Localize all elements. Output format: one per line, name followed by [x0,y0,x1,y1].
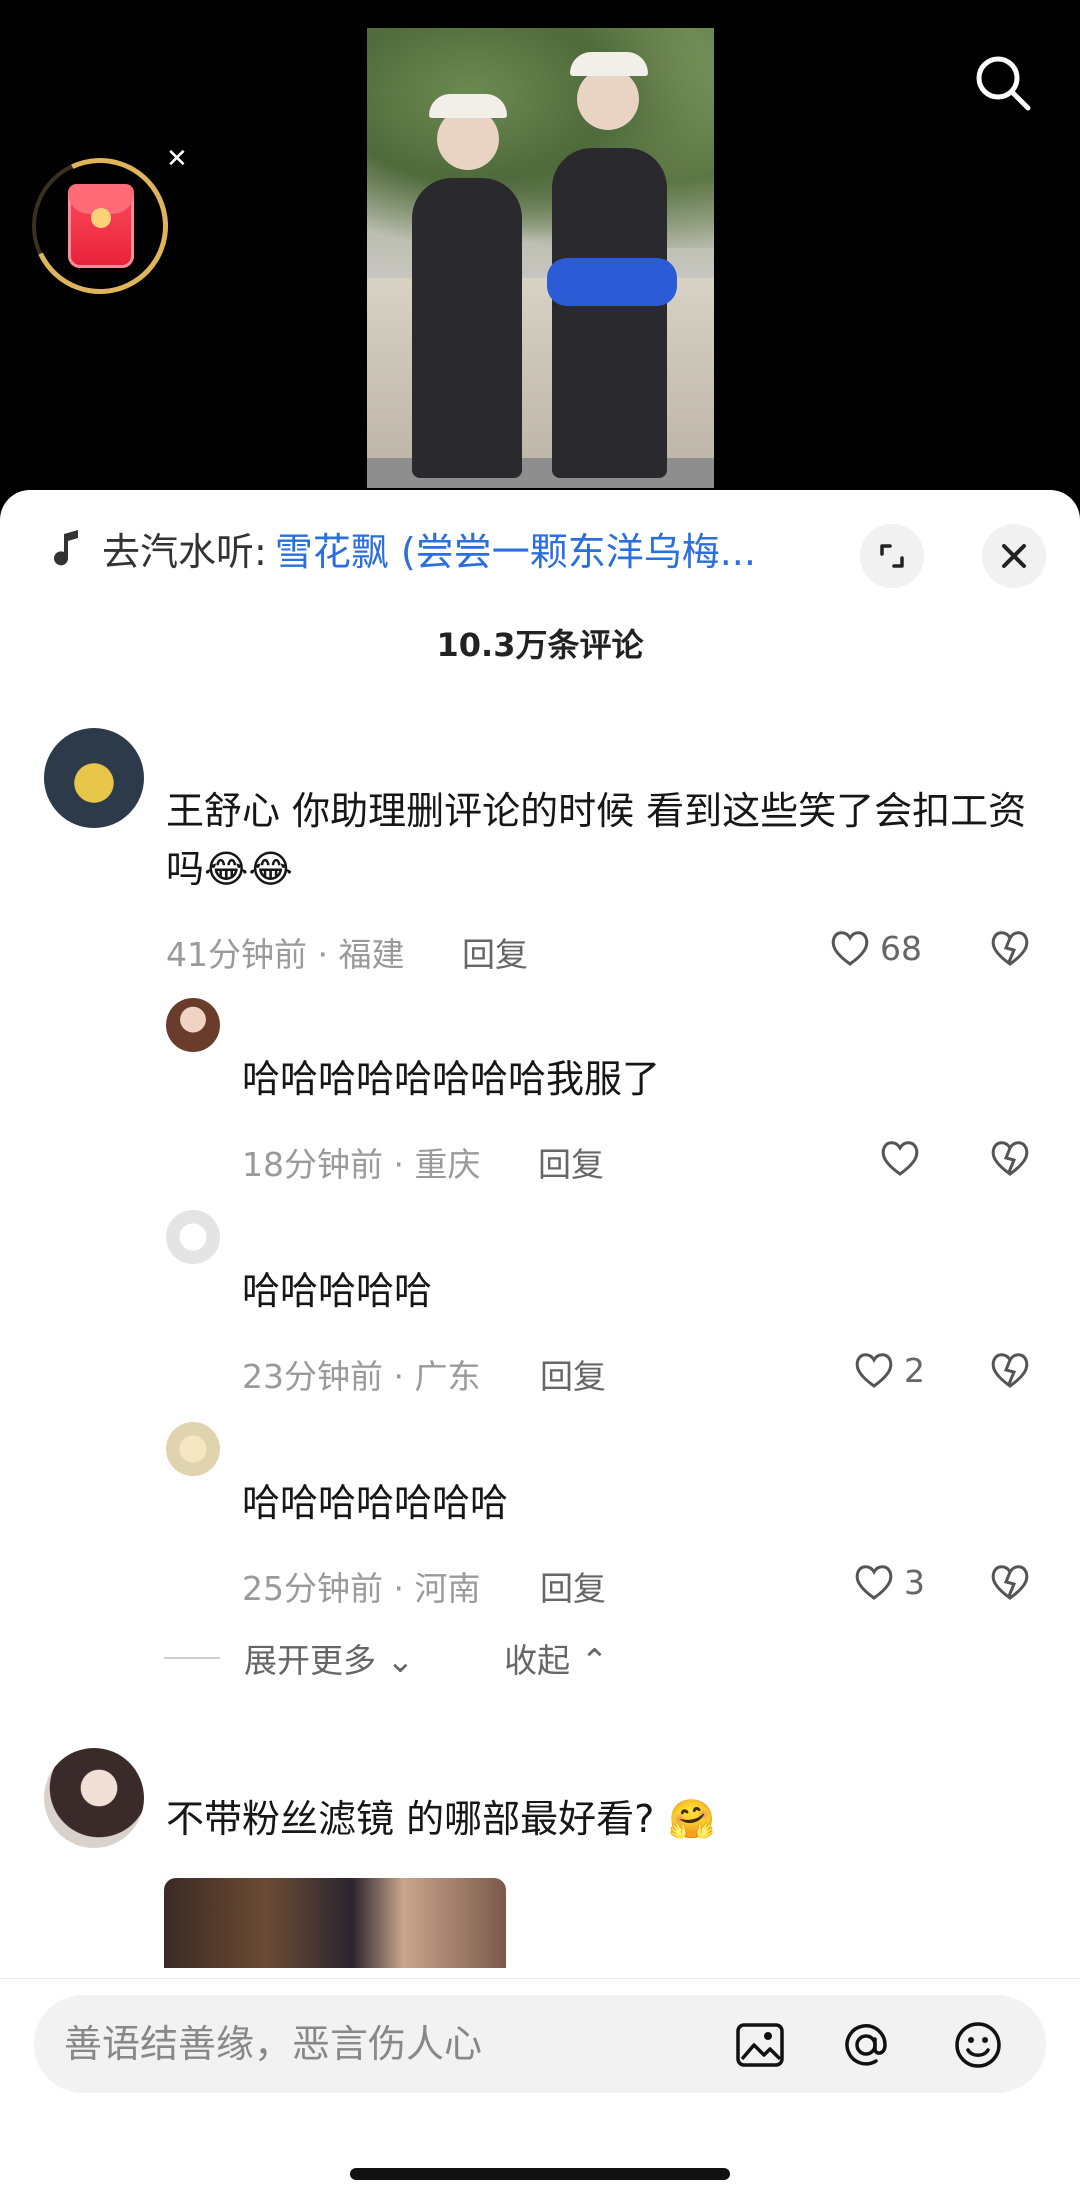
chevron-down-icon: ⌄ [376,1641,415,1680]
like-button[interactable]: 2 [852,1348,925,1392]
video-blue-cloth [547,258,677,306]
avatar[interactable] [166,998,220,1052]
laugh-emoji-icon: 😂😂 [204,847,293,891]
dislike-icon[interactable] [988,1136,1032,1180]
heart-icon [881,1141,919,1176]
expand-icon [880,544,904,568]
like-count: 2 [904,1350,925,1390]
image-icon[interactable] [734,2019,786,2071]
comment-text-body: 不带粉丝滤镜 的哪部最好看? [166,1797,655,1841]
reply-text: 哈哈哈哈哈哈哈哈我服了 [242,1057,661,1101]
divider [164,1657,220,1659]
dislike-icon[interactable] [988,1348,1032,1392]
heart-icon [831,931,869,966]
music-link[interactable]: 去汽水听: 雪花飘 (尝尝一颗东洋乌梅... [48,518,828,578]
reply-time-location: 25分钟前 · 河南 [242,1569,481,1608]
comment-text-body: 王舒心 你助理删评论的时候 看到这些笑了会扣工资吗 [166,789,1027,891]
search-icon[interactable] [972,52,1034,114]
video-person-left [412,178,522,478]
like-count: 68 [880,928,922,968]
emoji-icon[interactable] [952,2019,1004,2071]
heart-icon [855,1353,893,1388]
video-thumbnail[interactable] [367,28,714,488]
chevron-up-icon: ⌃ [570,1641,609,1680]
music-note-icon [54,530,78,566]
reply-time-location: 23分钟前 · 广东 [242,1357,481,1396]
expand-more-label: 展开更多 [244,1641,376,1680]
like-button[interactable]: 3 [852,1560,925,1604]
at-icon[interactable] [840,2019,892,2071]
comment-input[interactable] [64,1995,724,2093]
home-indicator [350,2168,730,2180]
hug-emoji-icon: 🤗 [668,1797,716,1841]
heart-icon [855,1565,893,1600]
close-icon [1002,544,1026,568]
comment-text: 不带粉丝滤镜 的哪部最好看? 🤗 [166,1790,1046,1848]
red-packet-close-icon[interactable]: ✕ [166,146,188,172]
music-song-title[interactable]: 雪花飘 (尝尝一颗东洋乌梅... [275,521,756,576]
music-prefix: 去汽水听: [102,529,267,574]
avatar[interactable] [44,728,144,828]
avatar[interactable] [166,1210,220,1264]
app-screen: ✕ 去汽水听: 雪花飘 (尝尝一颗东洋乌梅... 10.3万条评论 王舒心 你助… [0,0,1080,2192]
like-button[interactable]: 68 [828,926,922,970]
reply-text: 哈哈哈哈哈哈哈 [242,1481,509,1525]
comment-input-field [34,1995,1046,2093]
like-button[interactable] [878,1136,922,1180]
reply-button[interactable]: 回复 [540,1562,606,1610]
video-person-right [552,148,667,478]
comment-time-location: 41分钟前 · 福建 [166,935,405,974]
avatar[interactable] [44,1748,144,1848]
collapse-label: 收起 [504,1641,571,1680]
red-packet-button[interactable] [12,138,188,314]
reply-text: 哈哈哈哈哈 [242,1269,433,1313]
comment-input-bar [0,1978,1080,2192]
comment-text: 王舒心 你助理删评论的时候 看到这些笑了会扣工资吗😂😂 [166,782,1046,898]
video-cap-left [429,94,507,118]
video-head-right [577,68,639,130]
reply-button[interactable]: 回复 [462,928,528,976]
collapse-button[interactable]: 收起 ⌃ [504,1634,608,1682]
video-cap-right [570,52,648,76]
comment-image[interactable] [164,1878,506,1968]
expand-button[interactable] [860,524,924,588]
reply-button[interactable]: 回复 [540,1350,606,1398]
expand-more-button[interactable]: 展开更多 ⌄ [244,1634,414,1682]
dislike-icon[interactable] [988,1560,1032,1604]
comment-count: 10.3万条评论 [436,626,644,664]
reply-button[interactable]: 回复 [538,1138,604,1186]
close-sheet-button[interactable] [982,524,1046,588]
avatar[interactable] [166,1422,220,1476]
red-packet-icon [68,184,134,268]
dislike-icon[interactable] [988,926,1032,970]
reply-time-location: 18分钟前 · 重庆 [242,1145,481,1184]
like-count: 3 [904,1562,925,1602]
replies-more-row: 展开更多 ⌄ 收起 ⌃ [164,1634,608,1682]
comment-sheet: 去汽水听: 雪花飘 (尝尝一颗东洋乌梅... 10.3万条评论 王舒心 你助理删… [0,490,1080,2192]
